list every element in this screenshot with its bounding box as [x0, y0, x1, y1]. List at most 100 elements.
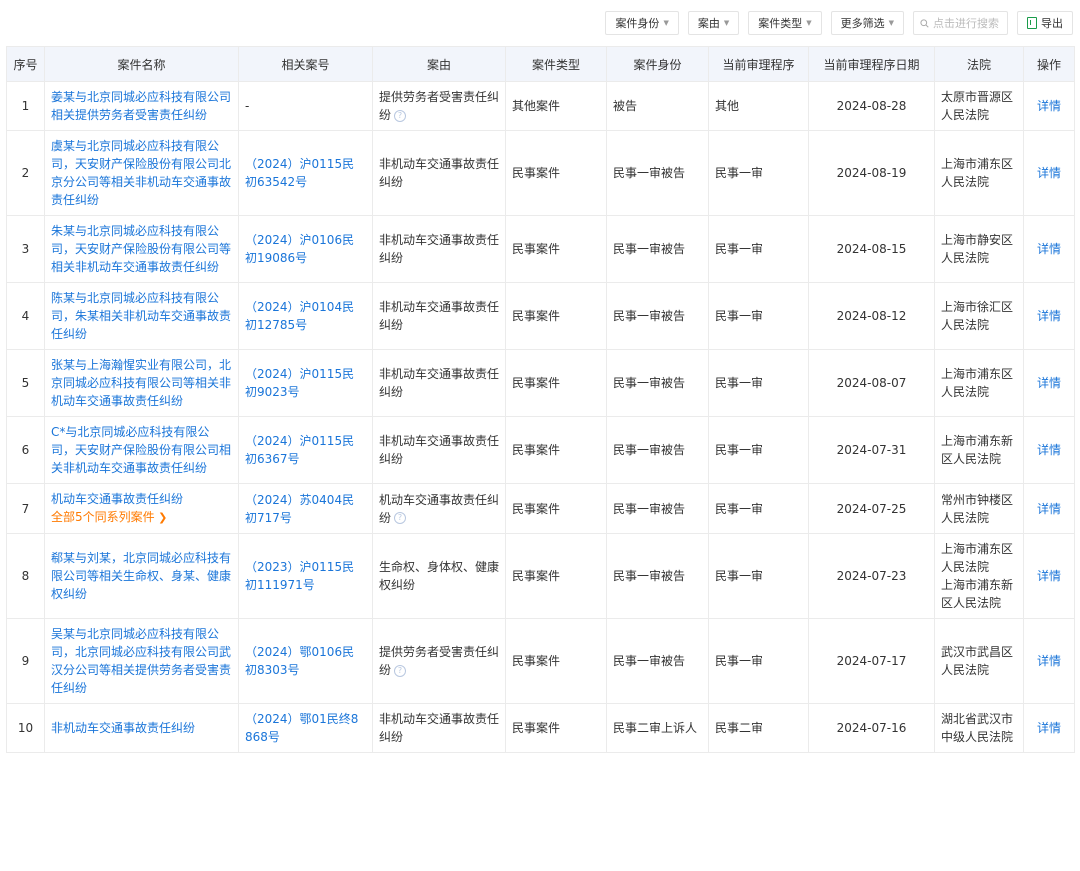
detail-link[interactable]: 详情 — [1037, 654, 1061, 668]
help-icon[interactable]: ? — [394, 109, 407, 122]
trial-procedure: 民事一审 — [708, 533, 809, 619]
case-role: 民事一审被告 — [606, 483, 709, 534]
court-name: 上海市浦东新区人民法院 — [941, 434, 1014, 466]
row-number: 8 — [6, 533, 45, 619]
procedure-date: 2024-07-17 — [808, 618, 935, 704]
case-type: 其他案件 — [505, 81, 607, 131]
filter-more[interactable]: 更多筛选 ▼ — [830, 11, 904, 35]
case-cause: 非机动车交通事故责任纠纷 — [379, 367, 500, 399]
case-number-cell: （2024）苏0404民初717号 — [238, 483, 373, 534]
case-name-cell: C*与北京同城必应科技有限公司，天安财产保险股份有限公司相关非机动车交通事故责任… — [44, 416, 239, 484]
case-number-link[interactable]: （2024）沪0104民初12785号 — [245, 300, 354, 332]
case-role: 民事二审上诉人 — [606, 703, 709, 753]
case-cause: 非机动车交通事故责任纠纷 — [379, 434, 500, 466]
toolbar: 案件身份 ▼ 案由 ▼ 案件类型 ▼ 更多筛选 ▼ 点击进行搜索 导出 — [0, 0, 1080, 46]
detail-link[interactable]: 详情 — [1037, 99, 1061, 113]
case-number-link[interactable]: （2024）苏0404民初717号 — [245, 493, 354, 525]
case-cause-cell: 非机动车交通事故责任纠纷 — [372, 349, 506, 417]
case-type: 民事案件 — [505, 130, 607, 216]
detail-link[interactable]: 详情 — [1037, 502, 1061, 516]
case-name-cell: 郗某与刘某，北京同城必应科技有限公司等相关生命权、身某、健康权纠纷 — [44, 533, 239, 619]
trial-procedure: 其他 — [708, 81, 809, 131]
case-number-cell: （2024）鄂0106民初8303号 — [238, 618, 373, 704]
detail-link[interactable]: 详情 — [1037, 309, 1061, 323]
row-number: 7 — [6, 483, 45, 534]
filter-case-role[interactable]: 案件身份 ▼ — [605, 11, 679, 35]
case-type: 民事案件 — [505, 483, 607, 534]
case-name-link[interactable]: 郗某与刘某，北京同城必应科技有限公司等相关生命权、身某、健康权纠纷 — [51, 551, 231, 601]
trial-procedure: 民事一审 — [708, 130, 809, 216]
case-number-link[interactable]: （2024）鄂01民终8868号 — [245, 712, 358, 744]
case-number-link[interactable]: （2024）鄂0106民初8303号 — [245, 645, 354, 677]
case-role: 民事一审被告 — [606, 416, 709, 484]
case-number-cell: （2024）沪0115民初9023号 — [238, 349, 373, 417]
case-name-link[interactable]: 虞某与北京同城必应科技有限公司，天安财产保险股份有限公司北京分公司等相关非机动车… — [51, 139, 231, 207]
case-cause-cell: 非机动车交通事故责任纠纷 — [372, 215, 506, 283]
case-name-link[interactable]: 机动车交通事故责任纠纷 — [51, 492, 183, 506]
detail-link[interactable]: 详情 — [1037, 721, 1061, 735]
case-number-link[interactable]: （2024）沪0115民初9023号 — [245, 367, 354, 399]
detail-link[interactable]: 详情 — [1037, 376, 1061, 390]
col-header: 当前审理程序日期 — [808, 46, 935, 82]
detail-link[interactable]: 详情 — [1037, 242, 1061, 256]
help-icon[interactable]: ? — [394, 512, 407, 524]
detail-link[interactable]: 详情 — [1037, 166, 1061, 180]
table-row: 8 郗某与刘某，北京同城必应科技有限公司等相关生命权、身某、健康权纠纷 （2023）… — [6, 533, 1075, 619]
court-cell: 上海市浦东区人民法院 上海市浦东新区人民法院 — [934, 533, 1024, 619]
filter-label: 案件类型 — [758, 17, 803, 30]
caret-down-icon: ▼ — [663, 19, 669, 27]
case-number-link[interactable]: （2024）沪0115民初6367号 — [245, 434, 354, 466]
search-placeholder: 点击进行搜索 — [933, 17, 999, 30]
case-name-link[interactable]: 姜某与北京同城必应科技有限公司相关提供劳务者受害责任纠纷 — [51, 90, 231, 122]
case-role: 民事一审被告 — [606, 282, 709, 350]
procedure-date: 2024-08-15 — [808, 215, 935, 283]
case-name-link[interactable]: 陈某与北京同城必应科技有限公司，朱某相关非机动车交通事故责任纠纷 — [51, 291, 231, 341]
col-header: 案由 — [372, 46, 506, 82]
case-number-link[interactable]: （2024）沪0106民初19086号 — [245, 233, 354, 265]
col-header: 案件身份 — [606, 46, 709, 82]
row-number: 10 — [6, 703, 45, 753]
procedure-date: 2024-07-25 — [808, 483, 935, 534]
action-cell: 详情 — [1023, 618, 1075, 704]
filter-label: 案由 — [697, 17, 720, 30]
case-name-link[interactable]: C*与北京同城必应科技有限公司，天安财产保险股份有限公司相关非机动车交通事故责任… — [51, 425, 231, 475]
case-cause: 非机动车交通事故责任纠纷 — [379, 712, 500, 744]
case-number-link[interactable]: （2024）沪0115民初63542号 — [245, 157, 354, 189]
filter-case-type[interactable]: 案件类型 ▼ — [748, 11, 822, 35]
case-cause-cell: 提供劳务者受害责任纠纷? — [372, 81, 506, 131]
procedure-date: 2024-08-19 — [808, 130, 935, 216]
table-row: 1 姜某与北京同城必应科技有限公司相关提供劳务者受害责任纠纷 - 提供劳务者受害责任纠… — [6, 81, 1075, 131]
table-row: 6 C*与北京同城必应科技有限公司，天安财产保险股份有限公司相关非机动车交通事故责… — [6, 416, 1075, 484]
case-role: 被告 — [606, 81, 709, 131]
case-number-cell: （2023）沪0115民初111971号 — [238, 533, 373, 619]
procedure-date: 2024-07-16 — [808, 703, 935, 753]
detail-link[interactable]: 详情 — [1037, 443, 1061, 457]
search-icon — [920, 18, 929, 28]
help-icon[interactable]: ? — [394, 664, 407, 677]
procedure-date: 2024-07-23 — [808, 533, 935, 619]
case-type: 民事案件 — [505, 349, 607, 417]
case-name-link[interactable]: 朱某与北京同城必应科技有限公司，天安财产保险股份有限公司等相关非机动车交通事故责… — [51, 224, 231, 274]
case-cause-cell: 生命权、身体权、健康权纠纷 — [372, 533, 506, 619]
case-name-link[interactable]: 张某与上海瀚惺实业有限公司，北京同城必应科技有限公司等相关非机动车交通事故责任纠… — [51, 358, 231, 408]
action-cell: 详情 — [1023, 533, 1075, 619]
case-name-link[interactable]: 吴某与北京同城必应科技有限公司，北京同城必应科技有限公司武汉分公司等相关提供劳务… — [51, 627, 231, 695]
row-number: 9 — [6, 618, 45, 704]
caret-down-icon: ▼ — [806, 19, 812, 27]
case-cause-cell: 提供劳务者受害责任纠纷? — [372, 618, 506, 704]
detail-link[interactable]: 详情 — [1037, 569, 1061, 583]
series-cases-link[interactable]: 全部5个同系列案件 ❯ — [51, 508, 232, 527]
export-button[interactable]: 导出 — [1017, 11, 1073, 35]
case-number-link[interactable]: （2023）沪0115民初111971号 — [245, 560, 354, 592]
case-role: 民事一审被告 — [606, 533, 709, 619]
court-cell: 上海市浦东新区人民法院 — [934, 416, 1024, 484]
case-name-cell: 朱某与北京同城必应科技有限公司，天安财产保险股份有限公司等相关非机动车交通事故责… — [44, 215, 239, 283]
case-cause-cell: 非机动车交通事故责任纠纷 — [372, 130, 506, 216]
caret-down-icon: ▼ — [723, 19, 730, 27]
col-header: 案件类型 — [505, 46, 607, 82]
filter-cause[interactable]: 案由 ▼ — [687, 11, 740, 35]
court-name: 上海市徐汇区人民法院 — [941, 300, 1014, 332]
table-row: 9 吴某与北京同城必应科技有限公司，北京同城必应科技有限公司武汉分公司等相关提供劳… — [6, 618, 1075, 704]
search-input[interactable]: 点击进行搜索 — [913, 11, 1008, 35]
case-name-link[interactable]: 非机动车交通事故责任纠纷 — [51, 721, 195, 735]
